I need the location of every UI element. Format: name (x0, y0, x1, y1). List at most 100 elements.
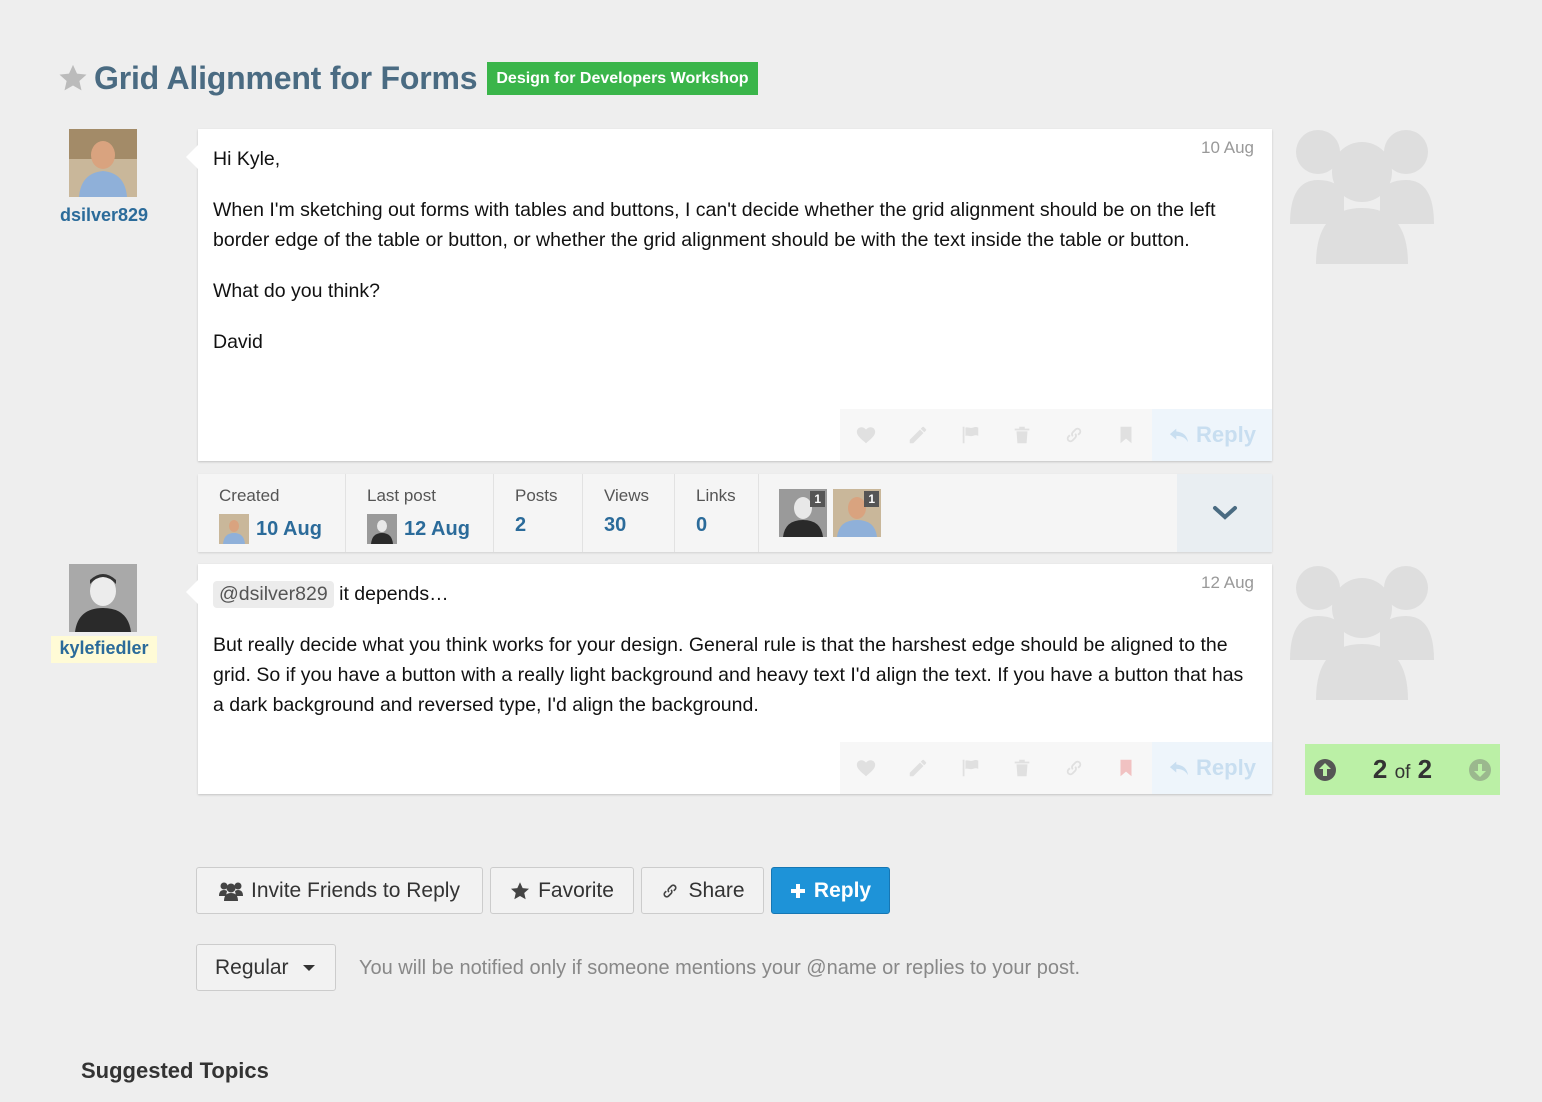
avatar-dsilver829[interactable] (69, 129, 137, 197)
category-badge[interactable]: Design for Developers Workshop (487, 61, 758, 95)
participant-post-count: 1 (864, 491, 879, 507)
links-label: Links (696, 486, 736, 505)
avatar-dsilver829-small[interactable] (219, 514, 249, 544)
bookmark-icon (1120, 759, 1132, 777)
link-button[interactable] (1048, 409, 1100, 461)
last-post-date: 12 Aug (404, 517, 470, 540)
topic-map: Created 10 Aug Last post 12 Aug Posts 2 … (198, 474, 1272, 552)
bookmark-icon (1120, 426, 1132, 444)
plus-icon (790, 883, 805, 898)
posts-value: 2 (515, 514, 527, 536)
flag-button[interactable] (944, 742, 996, 794)
post-2: 12 Aug @dsilver829 it depends… But reall… (186, 564, 1272, 794)
progress-total: 2 (1417, 754, 1433, 784)
flag-button[interactable] (944, 409, 996, 461)
username-link[interactable]: dsilver829 (48, 205, 160, 226)
caret-down-icon (302, 964, 315, 971)
post-reply-button[interactable]: Reply (1152, 409, 1272, 461)
reply-label: Reply (1196, 755, 1256, 780)
link-icon (1066, 427, 1082, 443)
user-mention[interactable]: @dsilver829 (213, 581, 334, 608)
post-reply-button[interactable]: Reply (1152, 742, 1272, 794)
topic-last-post: Last post 12 Aug (346, 474, 494, 552)
invite-friends-button[interactable]: Invite Friends to Reply (196, 867, 483, 914)
like-button[interactable] (840, 409, 892, 461)
created-label: Created (219, 486, 280, 505)
star-icon (511, 881, 530, 899)
views-label: Views (604, 486, 650, 505)
post-body: @dsilver829 it depends… But really decid… (213, 579, 1257, 741)
participant-avatar[interactable]: 1 (833, 489, 881, 537)
like-button[interactable] (840, 742, 892, 794)
trash-icon (1014, 759, 1030, 777)
topic-views: Views 30 (583, 474, 675, 552)
topic-created: Created 10 Aug (198, 474, 346, 552)
edit-button[interactable] (892, 742, 944, 794)
post-paragraph: When I'm sketching out forms with tables… (213, 199, 1216, 251)
arrow-up-circle-icon[interactable] (1313, 758, 1337, 782)
notification-level-dropdown[interactable]: Regular (196, 944, 336, 991)
reply-label: Reply (1196, 422, 1256, 447)
reply-arrow-icon (1169, 761, 1189, 776)
pencil-icon (909, 426, 927, 444)
link-button[interactable] (1048, 742, 1100, 794)
topic-posts: Posts 2 (494, 474, 583, 552)
post-paragraph: @dsilver829 it depends… (213, 579, 1257, 609)
created-value[interactable]: 10 Aug (219, 514, 345, 544)
notification-description: You will be notified only if someone men… (359, 957, 1081, 979)
invite-label: Invite Friends to Reply (251, 878, 460, 902)
post-paragraph: Hi Kyle, (213, 148, 281, 170)
topic-map-expand-button[interactable] (1177, 474, 1272, 552)
bookmark-button[interactable] (1100, 409, 1152, 461)
delete-button[interactable] (996, 742, 1048, 794)
users-icon (219, 882, 244, 901)
group-icon (1290, 130, 1434, 264)
arrow-down-circle-icon[interactable] (1468, 758, 1492, 782)
participants: 1 1 (759, 474, 887, 552)
links-value: 0 (696, 514, 708, 536)
star-icon[interactable] (58, 63, 88, 93)
pencil-icon (909, 759, 927, 777)
avatar-kylefiedler-small[interactable] (367, 514, 397, 544)
share-label: Share (688, 878, 745, 902)
post-body: Hi Kyle, When I'm sketching out forms wi… (213, 144, 1257, 378)
posts-label: Posts (515, 486, 558, 505)
favorite-label: Favorite (538, 878, 614, 902)
created-date: 10 Aug (256, 517, 322, 540)
username-link[interactable]: kylefiedler (51, 636, 157, 663)
participant-post-count: 1 (810, 491, 825, 507)
notification-level: Regular (215, 955, 289, 979)
trash-icon (1014, 426, 1030, 444)
post-paragraph: What do you think? (213, 280, 380, 302)
post-paragraph: But really decide what you think works f… (213, 634, 1244, 716)
last-post-value[interactable]: 12 Aug (367, 514, 493, 544)
chevron-down-icon (1212, 506, 1237, 520)
progress-current: 2 (1372, 754, 1388, 784)
progress-position[interactable]: 2 of 2 (1373, 754, 1432, 785)
topic-links: Links 0 (675, 474, 759, 552)
post-paragraph: David (213, 331, 263, 353)
reply-button[interactable]: Reply (771, 867, 890, 914)
edit-button[interactable] (892, 409, 944, 461)
group-icon (1290, 566, 1434, 700)
link-icon (663, 883, 678, 898)
delete-button[interactable] (996, 409, 1048, 461)
reply-label: Reply (813, 878, 872, 902)
heart-icon (856, 760, 876, 777)
post-1: 10 Aug Hi Kyle, When I'm sketching out f… (186, 129, 1272, 461)
share-button[interactable]: Share (641, 867, 764, 914)
post-actions: Reply (840, 742, 1272, 794)
participant-avatar[interactable]: 1 (779, 489, 827, 537)
suggested-topics-heading: Suggested Topics (81, 1058, 269, 1083)
topic-progress: 2 of 2 (1305, 744, 1500, 795)
bookmark-button[interactable] (1100, 742, 1152, 794)
reply-arrow-icon (1169, 428, 1189, 443)
last-post-label: Last post (367, 486, 436, 505)
heart-icon (856, 427, 876, 444)
favorite-button[interactable]: Favorite (490, 867, 634, 914)
flag-icon (962, 426, 979, 444)
avatar-kylefiedler[interactable] (69, 564, 137, 632)
topic-title[interactable]: Grid Alignment for Forms (94, 60, 478, 97)
link-icon (1066, 760, 1082, 776)
topic-header: Grid Alignment for Forms Design for Deve… (58, 58, 758, 98)
